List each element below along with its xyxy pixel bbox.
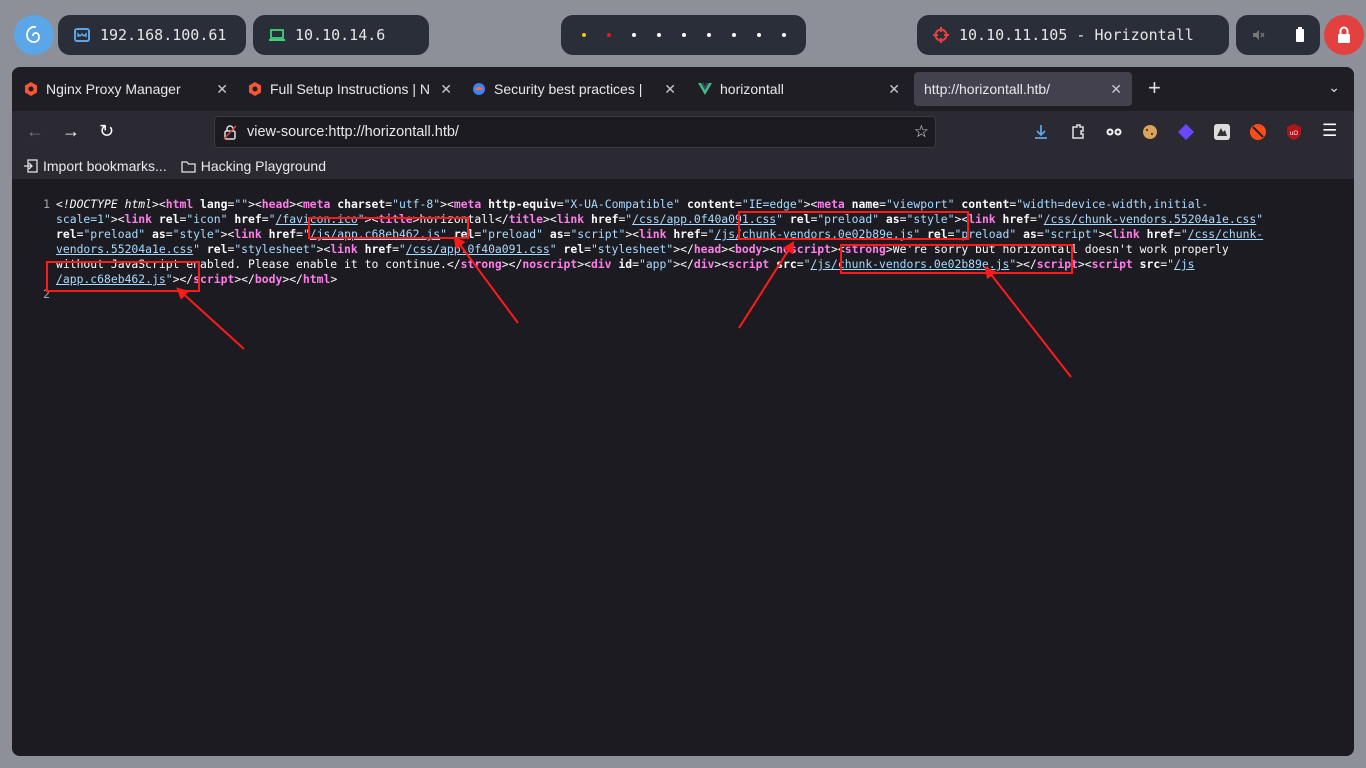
highlight-box-script-vendors: [840, 244, 1073, 274]
highlight-box-js-app: [308, 217, 469, 239]
annotation-overlay: [46, 211, 1073, 378]
arrow-js-app: [453, 236, 519, 324]
arrow-script-app: [176, 287, 245, 350]
arrow-js-vendors: [738, 240, 795, 329]
highlight-box-js-vendors: [738, 211, 969, 240]
arrow-script-vendors: [984, 266, 1072, 378]
highlight-box-script-app: [46, 261, 200, 292]
